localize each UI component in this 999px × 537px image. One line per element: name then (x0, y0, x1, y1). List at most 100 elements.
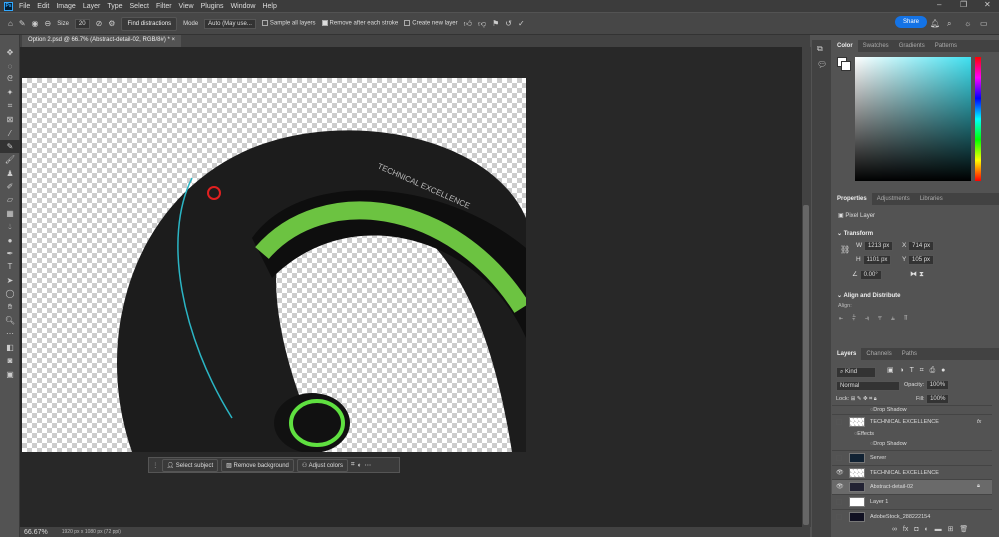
history-brush-icon[interactable]: ✐ (0, 180, 20, 193)
link-icon[interactable]: ⛓ (840, 245, 850, 254)
visibility-toggle[interactable] (836, 454, 842, 461)
menu-layer[interactable]: Layer (83, 3, 101, 10)
width-input[interactable]: 1213 px (863, 241, 894, 251)
hue-slider[interactable] (975, 57, 981, 181)
visibility-toggle[interactable] (836, 513, 842, 520)
tab-properties[interactable]: Properties (832, 193, 872, 205)
remove-tool-icon-active[interactable]: ✎ (0, 139, 20, 154)
scrollbar-thumb[interactable] (803, 205, 809, 525)
more-tools-icon[interactable]: ⋯ (0, 327, 20, 340)
workspace-icon[interactable]: ▭ (980, 19, 988, 28)
tab-channels[interactable]: Channels (861, 348, 896, 360)
menu-file[interactable]: File (19, 3, 30, 10)
maximize-icon[interactable]: ❐ (960, 0, 967, 9)
flip-horizontal-icon[interactable]: ⧓ (910, 271, 917, 278)
bell-icon[interactable]: 🔔︎ (930, 19, 940, 28)
blur-tool-icon[interactable]: 💧︎ (0, 220, 20, 233)
create-new-layer-checkbox[interactable]: Create new layer (404, 20, 458, 27)
layer-filter-icons[interactable]: ▣ ◑ T ⌗ ⎙ ● (887, 366, 945, 375)
lightbulb-icon[interactable]: ☼ (964, 19, 971, 28)
lock-icons[interactable]: ⊞ ✎ ✥ ⌗ 🔒︎ (851, 396, 877, 402)
layer-actions[interactable]: ∞ fx ◘ ◐ ▬ ⊞ 🗑︎ (892, 525, 968, 533)
hand-tool-icon[interactable]: ✋︎ (0, 300, 20, 313)
flip-vertical-icon[interactable]: ⧗ (919, 271, 924, 278)
tab-libraries[interactable]: Libraries (915, 193, 948, 205)
tab-patterns[interactable]: Patterns (930, 40, 962, 52)
tab-layers[interactable]: Layers (832, 348, 862, 360)
menu-image[interactable]: Image (56, 3, 75, 10)
remove-background-button[interactable]: ▨ Remove background (221, 458, 294, 472)
home-icon[interactable]: ⌂ (8, 19, 13, 28)
eyedropper-tool-icon[interactable]: ⁄ (0, 126, 20, 139)
shape-tool-icon[interactable]: ◯ (0, 287, 20, 300)
eye-icon[interactable]: 👁︎ (836, 483, 844, 490)
effect-drop-shadow[interactable]: ◌ Drop Shadow (832, 439, 992, 449)
remove-tool-icon[interactable]: ✎ (19, 19, 26, 28)
layer-row[interactable]: Layer 1 (832, 494, 992, 509)
drag-handle-icon[interactable]: ⋮ (152, 461, 159, 469)
select-subject-button[interactable]: 👤︎ Select subject (161, 458, 219, 472)
dodge-tool-icon[interactable]: ● (0, 233, 20, 246)
tab-paths[interactable]: Paths (897, 348, 922, 360)
layer-row[interactable]: AdobeStock_288222154 (832, 509, 992, 524)
zoom-level[interactable]: 66.67% (24, 529, 48, 536)
visibility-toggle[interactable] (836, 498, 842, 505)
color-swatches-icon[interactable]: ◧ (0, 341, 20, 354)
undo-icon[interactable]: ↺ (505, 19, 512, 28)
menu-type[interactable]: Type (107, 3, 122, 10)
size-input[interactable]: 20 (74, 18, 90, 29)
layer-row-selected[interactable]: 👁︎ Abstract-detail-02 🔒︎ (832, 479, 992, 494)
close-icon[interactable]: ✕ (984, 0, 991, 9)
layer-filter-select[interactable]: ⌕ Kind (836, 367, 876, 378)
align-buttons[interactable]: ⫦ ⫩ ⫣ ⫧ ⫨ ⫪ (839, 315, 908, 323)
effect-drop-shadow[interactable]: ◌ Drop Shadow (832, 405, 992, 414)
flag-icon[interactable]: ⚑ (492, 19, 499, 28)
eye-icon[interactable]: 👁︎ (836, 469, 844, 476)
background-color-swatch[interactable] (841, 61, 851, 71)
sample-all-layers-checkbox[interactable]: Sample all layers (261, 20, 316, 27)
history-icon[interactable]: ⧉ (812, 40, 831, 58)
brush-tool-icon[interactable]: 🖌︎ (0, 153, 20, 166)
magic-wand-tool-icon[interactable]: ✦ (0, 86, 20, 99)
eraser-tool-icon[interactable]: ▱ (0, 193, 20, 206)
height-input[interactable]: 1101 px (862, 255, 892, 265)
blend-mode-select[interactable]: Normal (836, 381, 900, 391)
type-tool-icon[interactable]: T (0, 260, 20, 273)
layer-row[interactable]: TECHNICAL EXCELLENCE fx (832, 414, 992, 429)
visibility-toggle[interactable] (836, 418, 842, 425)
menu-filter[interactable]: Filter (156, 3, 172, 10)
menu-plugins[interactable]: Plugins (201, 3, 224, 10)
angle-input[interactable]: 0.00° (859, 270, 882, 280)
thumbs-down-icon[interactable]: 👎︎ (478, 19, 486, 29)
share-button[interactable]: Share (895, 16, 928, 28)
tab-adjustments[interactable]: Adjustments (872, 193, 915, 205)
screen-mode-icon[interactable]: ▣ (0, 367, 20, 380)
close-tab-icon[interactable]: × (172, 37, 176, 43)
opacity-input[interactable]: 100% (925, 380, 950, 390)
layer-row[interactable]: Server (832, 450, 992, 465)
fill-input[interactable]: 100% (926, 394, 950, 404)
mode-select[interactable]: Auto (May use... (204, 18, 256, 29)
menu-edit[interactable]: Edit (37, 3, 49, 10)
document-image[interactable]: TECHNICAL EXCELLENCE (22, 78, 526, 452)
pen-tool-icon[interactable]: ✒ (0, 247, 20, 260)
menu-window[interactable]: Window (231, 3, 256, 10)
brush-subtract-icon[interactable]: ⊖ (45, 19, 52, 28)
quick-mask-icon[interactable]: ◙ (0, 354, 20, 367)
pressure-icon[interactable]: ⊘ (96, 19, 103, 28)
search-icon[interactable]: ⌕ (947, 19, 951, 29)
menu-help[interactable]: Help (262, 3, 276, 10)
crop-tool-icon[interactable]: ⌗ (0, 100, 20, 113)
minimize-icon[interactable]: – (937, 0, 941, 9)
zoom-tool-icon[interactable]: 🔍︎ (0, 314, 20, 327)
frame-tool-icon[interactable]: ⊠ (0, 113, 20, 126)
tab-color[interactable]: Color (832, 40, 858, 52)
gradient-tool-icon[interactable]: ▦ (0, 207, 20, 220)
comments-icon[interactable]: 💬︎ (812, 58, 831, 71)
brush-add-icon[interactable]: ◉ (32, 19, 39, 28)
x-input[interactable]: 714 px (908, 241, 935, 251)
menu-view[interactable]: View (179, 3, 194, 10)
effects-row[interactable]: ◌ Effects (832, 429, 992, 439)
document-info[interactable]: 1920 px x 1080 px (72 ppi) (62, 529, 121, 535)
more-options-icon[interactable]: ⋯ (365, 461, 372, 469)
